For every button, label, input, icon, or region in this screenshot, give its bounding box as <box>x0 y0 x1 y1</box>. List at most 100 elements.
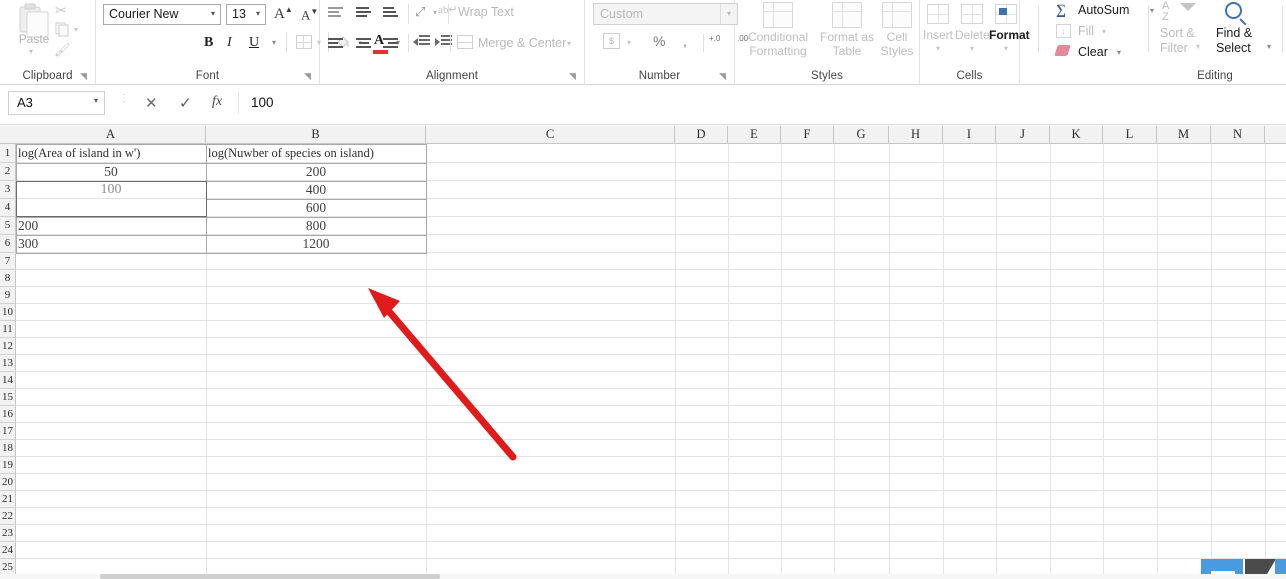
align-bottom-icon[interactable] <box>383 7 400 20</box>
merge-center-label[interactable]: Merge & Center <box>478 36 566 50</box>
name-box-chevron-down-icon[interactable]: ▾ <box>94 96 98 105</box>
number-format-select[interactable]: Custom ▾ <box>593 3 738 25</box>
align-top-icon[interactable] <box>328 7 345 20</box>
row-header-14[interactable]: 14 <box>0 372 16 389</box>
autosum-icon[interactable]: ∑ <box>1056 3 1066 19</box>
format-painter-icon[interactable]: 🖌 <box>54 42 71 58</box>
name-box[interactable]: A3 ▾ <box>8 91 105 115</box>
row-header-8[interactable]: 8 <box>0 270 16 287</box>
cell-B6[interactable]: 1200 <box>206 235 426 253</box>
row-header-19[interactable]: 19 <box>0 457 16 474</box>
cell-A6[interactable]: 300 <box>16 235 206 253</box>
cell-A1[interactable]: log(Area of island in w') <box>16 144 206 163</box>
copy-icon[interactable] <box>55 22 70 42</box>
row-header-15[interactable]: 15 <box>0 389 16 406</box>
formula-bar-handle[interactable]: ⋮ <box>119 94 129 104</box>
row-header-4[interactable]: 4 <box>0 199 16 217</box>
row-header-5[interactable]: 5 <box>0 217 16 235</box>
sort-filter-button[interactable]: Sort & Filter <box>1160 26 1208 56</box>
horizontal-scrollbar-thumb[interactable] <box>100 574 440 579</box>
search-icon[interactable] <box>1225 2 1242 19</box>
clear-icon[interactable] <box>1054 45 1071 56</box>
number-dialog-launcher[interactable]: ◥ <box>719 71 729 81</box>
bold-button[interactable]: B <box>204 35 213 51</box>
grow-font-icon[interactable]: A▲ <box>274 5 293 23</box>
row-header-12[interactable]: 12 <box>0 338 16 355</box>
column-header-d[interactable]: D <box>675 126 728 143</box>
merge-center-chevron-down-icon[interactable]: ▾ <box>567 39 571 48</box>
row-header-11[interactable]: 11 <box>0 321 16 338</box>
cell-B3[interactable]: 400 <box>206 181 426 199</box>
wrap-text-label[interactable]: Wrap Text <box>458 5 514 19</box>
row-header-17[interactable]: 17 <box>0 423 16 440</box>
align-middle-icon[interactable] <box>356 7 373 20</box>
column-header-i[interactable]: I <box>943 126 996 143</box>
shrink-font-icon[interactable]: A▼ <box>301 7 318 23</box>
sort-filter-chevron-down-icon[interactable]: ▾ <box>1196 42 1200 51</box>
cell-B4[interactable]: 600 <box>206 199 426 217</box>
fill-label[interactable]: Fill <box>1078 24 1094 38</box>
cell-B5[interactable]: 800 <box>206 217 426 235</box>
fx-icon[interactable]: fx <box>212 94 222 110</box>
decrease-indent-icon[interactable] <box>413 35 430 48</box>
font-size-input[interactable]: 13 ▾ <box>226 4 266 25</box>
row-header-9[interactable]: 9 <box>0 287 16 304</box>
cell-B1[interactable]: log(Nuwber of species on island) <box>206 144 426 163</box>
font-name-input[interactable]: Courier New ▾ <box>103 4 221 25</box>
accounting-chevron-down-icon[interactable]: ▾ <box>627 38 631 47</box>
alignment-dialog-launcher[interactable]: ◥ <box>569 71 579 81</box>
row-header-7[interactable]: 7 <box>0 253 16 270</box>
underline-chevron-down-icon[interactable]: ▾ <box>272 38 276 47</box>
column-header-b[interactable]: B <box>206 126 426 143</box>
cell-B2[interactable]: 200 <box>206 163 426 181</box>
align-left-icon[interactable] <box>328 38 345 51</box>
column-header-e[interactable]: E <box>728 126 781 143</box>
fill-icon[interactable]: ↓ <box>1056 24 1071 38</box>
underline-button[interactable]: U <box>249 35 259 51</box>
fill-chevron-down-icon[interactable]: ▾ <box>1102 27 1106 36</box>
row-header-10[interactable]: 10 <box>0 304 16 321</box>
orientation-chevron-down-icon[interactable]: ▾ <box>433 8 437 17</box>
column-header-m[interactable]: M <box>1157 126 1211 143</box>
column-header-h[interactable]: H <box>889 126 943 143</box>
paste-chevron-down-icon[interactable]: ▾ <box>29 47 33 56</box>
find-select-chevron-down-icon[interactable]: ▾ <box>1267 42 1271 51</box>
autosum-chevron-down-icon[interactable]: ▾ <box>1150 6 1154 15</box>
column-header-f[interactable]: F <box>781 126 834 143</box>
cancel-icon[interactable]: ✕ <box>145 94 158 112</box>
orientation-icon[interactable]: ⤢ <box>415 4 425 20</box>
scissors-icon[interactable]: ✂ <box>55 2 67 19</box>
row-header-21[interactable]: 21 <box>0 491 16 508</box>
column-header-a[interactable]: A <box>16 126 206 143</box>
row-header-2[interactable]: 2 <box>0 163 16 181</box>
borders-icon[interactable] <box>296 35 312 49</box>
column-header-k[interactable]: K <box>1050 126 1103 143</box>
wrap-text-icon[interactable]: ab↵ <box>438 3 458 16</box>
clear-label[interactable]: Clear <box>1078 45 1108 59</box>
clear-chevron-down-icon[interactable]: ▾ <box>1117 48 1121 57</box>
comma-style-button[interactable]: , <box>683 33 687 49</box>
grid-body[interactable]: GADGETS TO USE log(Area of island in w')… <box>16 144 1286 579</box>
accounting-format-icon[interactable]: $ <box>603 33 620 49</box>
column-header-c[interactable]: C <box>426 126 675 143</box>
align-center-icon[interactable] <box>356 38 373 51</box>
italic-button[interactable]: I <box>227 35 232 51</box>
percent-style-button[interactable]: % <box>653 33 665 49</box>
cell-A5[interactable]: 200 <box>16 217 206 235</box>
column-header-l[interactable]: L <box>1103 126 1157 143</box>
increase-decimal-icon[interactable]: +.0 <box>709 35 731 43</box>
row-header-13[interactable]: 13 <box>0 355 16 372</box>
font-size-chevron-down-icon[interactable]: ▾ <box>256 9 260 18</box>
row-header-22[interactable]: 22 <box>0 508 16 525</box>
align-right-icon[interactable] <box>383 38 400 51</box>
row-header-6[interactable]: 6 <box>0 235 16 253</box>
enter-icon[interactable]: ✓ <box>179 94 192 112</box>
copy-chevron-down-icon[interactable]: ▾ <box>74 25 78 34</box>
font-dialog-launcher[interactable]: ◥ <box>304 71 314 81</box>
column-header-g[interactable]: G <box>834 126 889 143</box>
column-header-j[interactable]: J <box>996 126 1050 143</box>
delete-chevron-down-icon[interactable]: ▾ <box>955 44 989 53</box>
cell-A2[interactable]: 50 <box>16 163 206 181</box>
format-chevron-down-icon[interactable]: ▾ <box>989 44 1023 53</box>
row-header-3[interactable]: 3 <box>0 181 16 199</box>
